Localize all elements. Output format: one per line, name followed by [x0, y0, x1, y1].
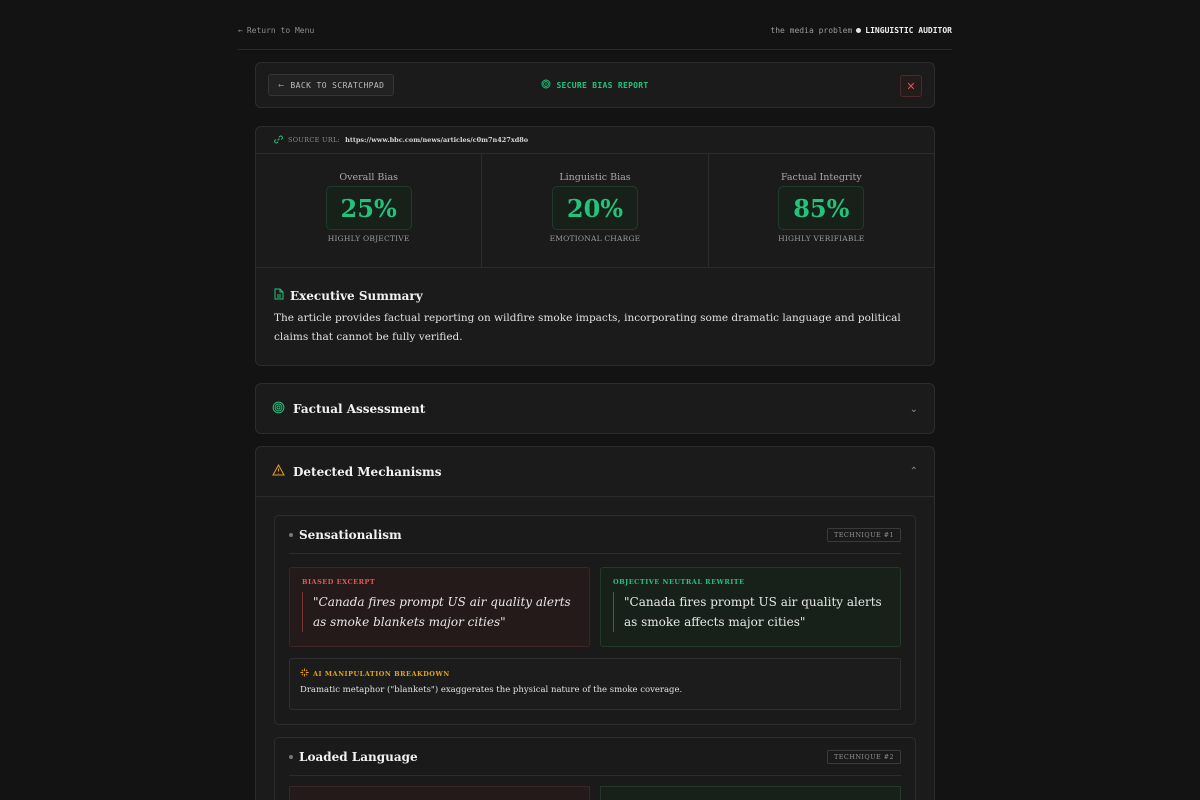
manipulation-breakdown: AI MANIPULATION BREAKDOWN Dramatic metap… — [289, 658, 901, 710]
document-icon — [274, 288, 284, 303]
link-icon — [274, 135, 283, 146]
metric-linguistic-bias: Linguistic Bias 20% EMOTIONAL CHARGE — [482, 154, 709, 267]
metric-overall-bias: Overall Bias 25% HIGHLY OBJECTIVE — [256, 154, 483, 267]
detected-mechanisms-toggle[interactable]: Detected Mechanisms ⌃ — [256, 447, 934, 497]
bullet-icon — [289, 754, 293, 759]
technique-tag: TECHNIQUE #2 — [827, 749, 901, 764]
arrow-left-icon: ← — [238, 26, 243, 35]
technique-card: Loaded Language TECHNIQUE #2 — [274, 737, 916, 800]
top-bar: ← Return to Menu the media problem LINGU… — [238, 0, 952, 50]
neutral-rewrite-text: "Canada fires prompt US air quality aler… — [613, 592, 888, 632]
brand-name: LINGUISTIC AUDITOR — [865, 26, 952, 35]
brand-prefix: the media problem — [770, 26, 853, 35]
technique-card: Sensationalism TECHNIQUE #1 BIASED EXCER… — [274, 515, 916, 725]
biased-excerpt: BIASED EXCERPT "Canada fires prompt US a… — [289, 567, 590, 647]
breakdown-label-row: AI MANIPULATION BREAKDOWN — [300, 668, 890, 679]
excerpt-comparison — [289, 786, 901, 800]
warning-icon — [272, 463, 285, 480]
technique-name: Sensationalism — [299, 527, 402, 542]
brand-dot-icon — [856, 28, 862, 33]
biased-excerpt-label: BIASED EXCERPT — [302, 578, 376, 586]
metric-sublabel: HIGHLY VERIFIABLE — [778, 234, 865, 243]
metric-value: 20% — [551, 186, 638, 230]
breakdown-label: AI MANIPULATION BREAKDOWN — [313, 669, 450, 678]
sparkle-icon — [300, 668, 309, 679]
report-card: SOURCE URL: https://www.bbc.com/news/art… — [255, 126, 935, 366]
technique-header: Loaded Language TECHNIQUE #2 — [289, 738, 901, 776]
excerpt-comparison: BIASED EXCERPT "Canada fires prompt US a… — [289, 567, 901, 647]
biased-excerpt-text: "Canada fires prompt US air quality aler… — [302, 592, 577, 632]
neutral-rewrite — [600, 786, 901, 800]
detected-mechanisms-section: Detected Mechanisms ⌃ Sensationalism TEC… — [255, 446, 935, 800]
technique-header: Sensationalism TECHNIQUE #1 — [289, 516, 901, 554]
report-title: SECURE BIAS REPORT — [256, 79, 934, 91]
metrics-row: Overall Bias 25% HIGHLY OBJECTIVE Lingui… — [256, 154, 934, 268]
report-header: ← BACK TO SCRATCHPAD SECURE BIAS REPORT … — [255, 62, 935, 108]
close-button[interactable]: ✕ — [900, 75, 922, 97]
source-url[interactable]: https://www.bbc.com/news/articles/c0m7n4… — [345, 136, 528, 144]
neutral-rewrite-label: OBJECTIVE NEUTRAL REWRITE — [613, 578, 745, 586]
metric-factual-integrity: Factual Integrity 85% HIGHLY VERIFIABLE — [709, 154, 934, 267]
source-url-label: SOURCE URL: — [288, 136, 341, 144]
technique-name: Loaded Language — [299, 749, 418, 764]
metric-sublabel: HIGHLY OBJECTIVE — [327, 234, 410, 243]
brand: the media problem LINGUISTIC AUDITOR — [770, 26, 952, 35]
factual-assessment-section: Factual Assessment ⌄ — [255, 383, 935, 434]
summary-text: The article provides factual reporting o… — [274, 312, 901, 343]
neutral-rewrite: OBJECTIVE NEUTRAL REWRITE "Canada fires … — [600, 567, 901, 647]
biased-excerpt — [289, 786, 590, 800]
metric-sublabel: EMOTIONAL CHARGE — [549, 234, 641, 243]
summary-heading: Executive Summary — [274, 288, 916, 303]
executive-summary: Executive Summary The article provides f… — [256, 268, 934, 347]
return-to-menu-label: Return to Menu — [246, 26, 315, 35]
report-title-text: SECURE BIAS REPORT — [556, 80, 649, 90]
fingerprint-icon — [541, 79, 551, 91]
bullet-icon — [289, 532, 293, 537]
chevron-up-icon: ⌃ — [909, 466, 918, 477]
source-row: SOURCE URL: https://www.bbc.com/news/art… — [256, 127, 934, 154]
fingerprint-icon — [272, 401, 285, 418]
return-to-menu-link[interactable]: ← Return to Menu — [238, 26, 314, 35]
metric-label: Overall Bias — [339, 172, 398, 183]
detected-mechanisms-title: Detected Mechanisms — [293, 464, 442, 479]
close-icon: ✕ — [906, 79, 916, 93]
metric-value: 25% — [325, 186, 412, 230]
chevron-down-icon: ⌄ — [909, 403, 918, 415]
metric-value: 85% — [778, 186, 865, 230]
breakdown-text: Dramatic metaphor ("blankets") exaggerat… — [300, 685, 683, 695]
summary-title: Executive Summary — [290, 288, 423, 303]
metric-label: Factual Integrity — [780, 172, 862, 183]
factual-assessment-title: Factual Assessment — [293, 402, 426, 416]
technique-tag: TECHNIQUE #1 — [827, 527, 901, 542]
metric-label: Linguistic Bias — [559, 172, 631, 183]
factual-assessment-toggle[interactable]: Factual Assessment ⌄ — [256, 384, 934, 434]
